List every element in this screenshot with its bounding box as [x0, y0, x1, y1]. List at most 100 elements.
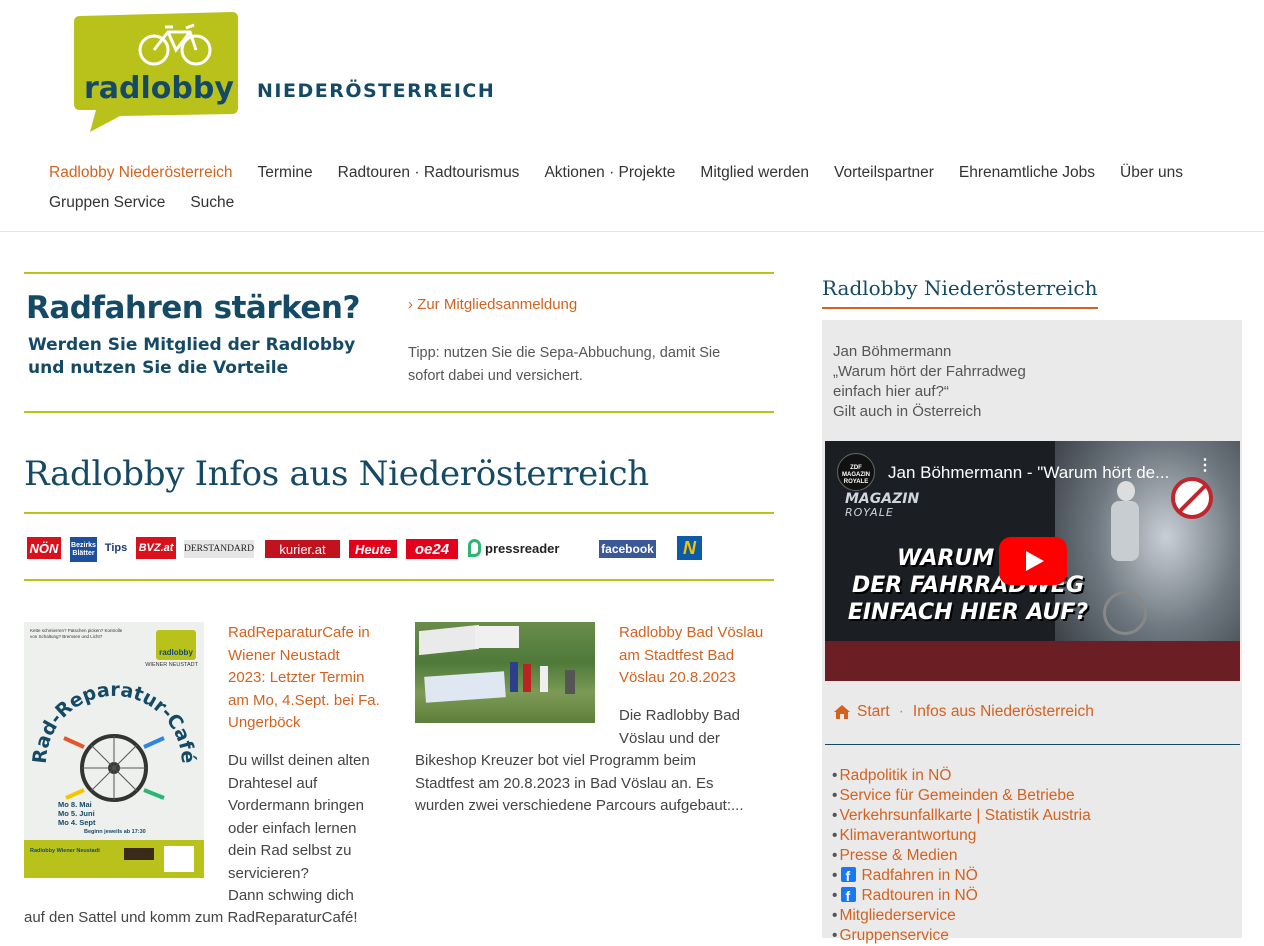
media-logos: NÖN Bezirks Blätter Tips BVZ.at DERSTAND…	[27, 535, 727, 562]
cta-sub-2: und nutzen Sie die Vorteile	[28, 358, 289, 378]
divider	[24, 272, 774, 274]
facebook-icon	[841, 866, 857, 886]
bullet: •	[832, 907, 838, 924]
poster-date: Mo 5. Juni	[58, 809, 95, 818]
nav-item[interactable]: Über uns	[1120, 164, 1183, 182]
nav-item[interactable]: Radlobby Niederösterreich	[49, 164, 233, 182]
divider	[24, 512, 774, 514]
poster-footer-text: Radlobby Wiener Neustadt	[30, 848, 100, 854]
bvz-logo[interactable]: BVZ.at	[136, 537, 176, 559]
excerpt-line: auf den Sattel und komm zum RadReparatur…	[24, 909, 358, 926]
membership-link[interactable]: › Zur Mitgliedsanmeldung	[408, 296, 577, 313]
derstandard-logo[interactable]: DERSTANDARD	[184, 540, 254, 558]
nav-item[interactable]: Aktionen · Projekte	[544, 164, 675, 182]
poster-date: Mo 8. Mai	[58, 800, 92, 809]
cyclist-wheel	[1103, 591, 1147, 635]
nav-item[interactable]: Mitglied werden	[700, 164, 809, 182]
bullet: •	[832, 767, 838, 784]
nav-item[interactable]: Ehrenamtliche Jobs	[959, 164, 1095, 182]
quote-line: Gilt auch in Österreich	[833, 403, 982, 420]
excerpt-line: Du willst deinen alten	[228, 752, 370, 769]
excerpt-line: Die Radlobby Bad	[619, 707, 740, 724]
sidebar-link-item[interactable]: • Klimaverantwortung	[832, 826, 1091, 846]
sidebar-box: Jan Böhmermann „Warum hört der Fahrradwe…	[822, 320, 1242, 944]
nav-item[interactable]: Radtouren · Radtourismus	[338, 164, 520, 182]
excerpt-line: Stadtfest am 20.8.2023 in Bad Vöslau an.…	[415, 774, 714, 792]
sidebar-link-item[interactable]: • Mitgliederservice	[832, 906, 1091, 926]
breadcrumb-home[interactable]: Start	[857, 703, 890, 721]
sidebar-link-item[interactable]: • Presse & Medien	[832, 846, 1091, 866]
poster-sponsor-logo	[164, 846, 194, 872]
radlobby-logo[interactable]: radlobby	[72, 10, 244, 139]
article-excerpt-wide: Bikeshop Kreuzer bot viel Programm beim …	[415, 750, 775, 818]
photo-banner	[424, 671, 506, 703]
poster-sponsor-logo	[124, 848, 154, 860]
video-title[interactable]: Jan Böhmermann - "Warum hört de...	[888, 463, 1169, 483]
article-photo[interactable]	[415, 622, 595, 723]
breadcrumb-current[interactable]: Infos aus Niederösterreich	[913, 703, 1094, 721]
facebook-logo[interactable]: facebook	[599, 540, 656, 558]
youtube-video-embed[interactable]: ZDF MAGAZIN ROYALE Jan Böhmermann - "War…	[825, 441, 1240, 681]
poster-city: WIENER NEUSTADT	[145, 662, 198, 668]
photo-person	[523, 664, 531, 692]
cta-subline: Werden Sie Mitglied der Radlobby und nut…	[28, 334, 355, 380]
cyclist-body	[1111, 501, 1139, 561]
nav-item[interactable]: Gruppen Service	[49, 194, 165, 212]
sidebar-link-item[interactable]: • Service für Gemeinden & Betriebe	[832, 786, 1091, 806]
show-logo-line: MAGAZIN	[845, 491, 920, 507]
logo-text: radlobby	[84, 71, 234, 106]
cta-headline: Radfahren stärken?	[26, 290, 360, 326]
channel-avatar[interactable]: ZDF MAGAZIN ROYALE	[837, 453, 875, 491]
nav-row-1: Radlobby Niederösterreich Termine Radtoure…	[49, 158, 1249, 188]
show-logo-line: ROYALE	[845, 506, 894, 519]
sidebar-title: Radlobby Niederösterreich	[822, 276, 1098, 309]
nav-item[interactable]: Vorteilspartner	[834, 164, 934, 182]
sidebar-link-label: Radtouren in NÖ	[861, 887, 978, 904]
article-title-line: am Stadtfest Bad	[619, 646, 735, 664]
photo-person	[565, 670, 575, 694]
tips-logo[interactable]: Tips	[105, 537, 127, 559]
home-icon[interactable]	[834, 705, 850, 719]
sidebar-link-label: Gruppenservice	[839, 927, 949, 944]
article-excerpt: Du willst deinen alten Drahtesel auf Vor…	[228, 750, 398, 908]
pressreader-icon	[468, 539, 481, 557]
sidebar-link-item[interactable]: • Verkehrsunfallkarte | Statistik Austria	[832, 806, 1091, 826]
poster-footer: Radlobby Wiener Neustadt	[24, 840, 204, 878]
cta-tip-line: sofort dabei und versichert.	[408, 368, 583, 384]
sidebar-link-label: Radpolitik in NÖ	[839, 767, 952, 784]
cyclist-head	[1117, 481, 1135, 501]
thumbnail-line: EINFACH HIER AUF?	[847, 600, 1089, 625]
sidebar-link-item[interactable]: • Radfahren in NÖ	[832, 866, 1091, 886]
excerpt-line: wurden zwei verschiedene Parcours aufgeb…	[415, 797, 744, 814]
article-title-line: Vöslau 20.8.2023	[619, 669, 736, 686]
article-title-link[interactable]: Radlobby Bad Vöslau am Stadtfest Bad Vös…	[619, 622, 779, 690]
sidebar-link-label: Mitgliederservice	[839, 907, 956, 924]
noe-n-logo[interactable]: N	[677, 536, 702, 560]
article-title-line: RadReparaturCafe in	[228, 624, 370, 641]
sidebar-link-item[interactable]: • Gruppenservice	[832, 926, 1091, 946]
youtube-play-button[interactable]	[999, 537, 1067, 585]
nav-item[interactable]: Termine	[258, 164, 313, 182]
divider	[24, 579, 774, 581]
kurier-logo[interactable]: kurier.at	[265, 540, 340, 558]
quote-line: „Warum hört der Fahrradweg	[833, 363, 1026, 380]
oe24-logo[interactable]: oe24	[406, 539, 458, 559]
pressreader-logo[interactable]: pressreader	[468, 537, 564, 559]
article-title-link[interactable]: RadReparaturCafe in Wiener Neustadt 2023…	[228, 622, 398, 735]
article-title-line: Radlobby Bad Vöslau	[619, 624, 764, 641]
play-icon	[1026, 551, 1044, 571]
bullet: •	[832, 807, 838, 824]
sidebar-link-item[interactable]: • Radtouren in NÖ	[832, 886, 1091, 906]
nav-item[interactable]: Suche	[190, 194, 234, 212]
sidebar-quote: Jan Böhmermann „Warum hört der Fahrradwe…	[833, 342, 1026, 422]
noen-logo[interactable]: NÖN	[27, 537, 61, 559]
nav-row-2: Gruppen Service Suche	[49, 188, 1249, 218]
video-menu-icon[interactable]: ⋮	[1197, 458, 1213, 474]
bezirksblaetter-logo[interactable]: Bezirks Blätter	[70, 537, 97, 562]
divider	[24, 411, 774, 413]
article-poster-image[interactable]: Kette schmierren? Patschen picken? Kontr…	[24, 622, 204, 878]
sidebar-link-item[interactable]: • Radpolitik in NÖ	[832, 766, 1091, 786]
heute-logo[interactable]: Heute	[349, 540, 397, 558]
breadcrumb: Start · Infos aus Niederösterreich	[834, 703, 1094, 721]
excerpt-line: Vordermann bringen	[228, 797, 364, 814]
